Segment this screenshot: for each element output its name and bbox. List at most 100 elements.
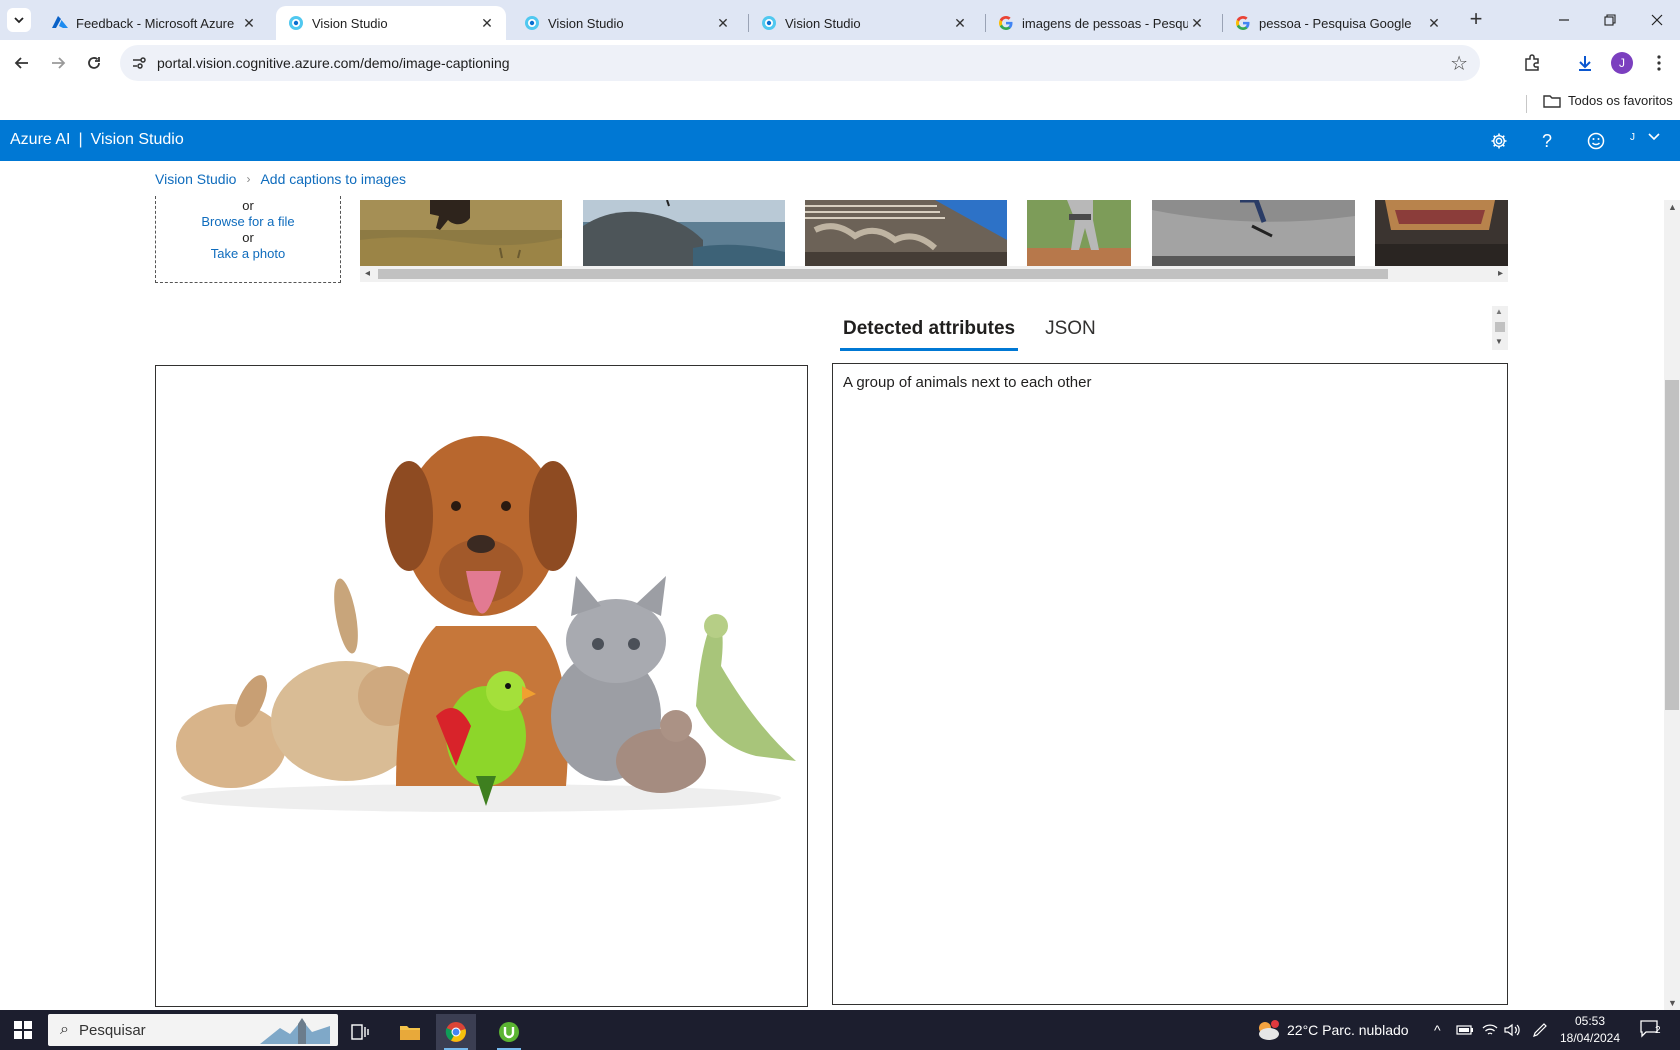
notification-center-icon[interactable]: 2 xyxy=(1640,1019,1662,1042)
forward-arrow-icon[interactable] xyxy=(45,50,71,76)
azure-logo-icon xyxy=(52,15,68,31)
browser-menu-icon[interactable] xyxy=(1646,50,1672,76)
scroll-up-arrow-icon[interactable]: ▲ xyxy=(1668,202,1677,212)
scrollbar-thumb[interactable] xyxy=(1665,380,1679,710)
scroll-down-arrow-icon[interactable]: ▼ xyxy=(1668,998,1677,1008)
product-name: Vision Studio xyxy=(90,131,184,148)
weather-widget[interactable]: 22°C Parc. nublado xyxy=(1255,1010,1409,1050)
take-photo-link[interactable]: Take a photo xyxy=(211,246,285,262)
scroll-down-arrow-icon[interactable]: ▼ xyxy=(1495,337,1503,346)
close-tab-icon[interactable]: ✕ xyxy=(714,14,732,32)
bookmarks-folder-label: Todos os favoritos xyxy=(1568,93,1673,108)
new-tab-plus-icon[interactable]: + xyxy=(1464,8,1488,32)
settings-gear-icon[interactable] xyxy=(1486,128,1512,154)
utorrent-icon[interactable] xyxy=(489,1014,529,1050)
sample-image-strip xyxy=(360,200,1508,266)
tab-title: Vision Studio xyxy=(312,15,388,31)
sample-image-coast[interactable] xyxy=(583,200,785,266)
scroll-right-arrow-icon[interactable]: ▸ xyxy=(1498,268,1503,279)
address-bar[interactable]: portal.vision.cognitive.azure.com/demo/i… xyxy=(120,45,1480,81)
tab-title: Vision Studio xyxy=(785,15,861,31)
azure-app-header: Azure AI | Vision Studio ? J xyxy=(0,120,1680,161)
taskbar-search-box[interactable]: ⌕ Pesquisar xyxy=(48,1014,338,1046)
sample-strip-scrollbar[interactable]: ◂ ▸ xyxy=(360,266,1508,282)
generated-caption: A group of animals next to each other xyxy=(843,374,1092,391)
taskbar-clock[interactable]: 05:53 18/04/2024 xyxy=(1555,1013,1625,1047)
sample-image-skateboarder[interactable] xyxy=(1152,200,1355,266)
sample-image-food[interactable] xyxy=(1375,200,1508,266)
task-view-icon[interactable] xyxy=(340,1014,380,1050)
breadcrumb-add-captions[interactable]: Add captions to images xyxy=(260,171,406,187)
download-icon[interactable] xyxy=(1572,50,1598,76)
folder-icon xyxy=(1543,94,1561,108)
show-hidden-icons-chevron-icon[interactable]: ^ xyxy=(1434,1010,1441,1050)
close-window-icon[interactable] xyxy=(1634,0,1680,40)
search-placeholder: Pesquisar xyxy=(78,1021,146,1039)
result-tabs: Detected attributes JSON xyxy=(840,312,1123,351)
wifi-icon[interactable] xyxy=(1482,1010,1498,1050)
breadcrumb-vision-studio[interactable]: Vision Studio xyxy=(155,171,236,187)
account-chevron-down-icon[interactable] xyxy=(1648,129,1660,145)
windows-start-icon[interactable] xyxy=(14,1021,32,1044)
upload-drop-zone[interactable]: or Browse for a file or Take a photo xyxy=(155,196,341,283)
browse-file-link[interactable]: Browse for a file xyxy=(201,214,294,230)
sample-image-building[interactable] xyxy=(805,200,1007,266)
tab-vision-studio[interactable]: Vision Studio ✕ xyxy=(749,6,979,40)
volume-icon[interactable] xyxy=(1504,1010,1520,1050)
sample-image-baseball[interactable] xyxy=(1027,200,1131,266)
bookmarks-bar: Todos os favoritos xyxy=(0,86,1680,120)
breadcrumb-chevron-icon: › xyxy=(246,172,251,186)
tab-feedback-azure[interactable]: Feedback - Microsoft Azure ✕ xyxy=(40,6,268,40)
brand-separator: | xyxy=(78,131,83,148)
all-bookmarks-folder[interactable]: Todos os favoritos xyxy=(1543,93,1673,108)
minimize-window-icon[interactable] xyxy=(1541,0,1587,40)
extensions-puzzle-icon[interactable] xyxy=(1519,50,1545,76)
tab-google-imagens[interactable]: imagens de pessoas - Pesquisa ✕ xyxy=(986,6,1216,40)
tab-search-chevron-icon[interactable] xyxy=(7,8,31,32)
chrome-taskbar-icon[interactable] xyxy=(436,1014,476,1050)
back-arrow-icon[interactable] xyxy=(9,50,35,76)
close-tab-icon[interactable]: ✕ xyxy=(1425,14,1443,32)
restore-window-icon[interactable] xyxy=(1587,0,1633,40)
feedback-smiley-icon[interactable] xyxy=(1583,128,1609,154)
profile-initial: J xyxy=(1611,52,1633,74)
tab-vision-studio[interactable]: Vision Studio ✕ xyxy=(512,6,742,40)
close-tab-icon[interactable]: ✕ xyxy=(951,14,969,32)
close-tab-icon[interactable]: ✕ xyxy=(478,14,496,32)
vision-studio-logo-icon xyxy=(761,15,777,31)
breadcrumb: Vision Studio › Add captions to images xyxy=(155,171,406,187)
tabs-mini-scrollbar[interactable]: ▲ ▼ xyxy=(1492,306,1508,350)
search-icon: ⌕ xyxy=(60,1021,69,1038)
pen-icon[interactable] xyxy=(1532,1010,1548,1050)
vision-studio-logo-icon xyxy=(524,15,540,31)
scroll-up-arrow-icon[interactable]: ▲ xyxy=(1495,307,1503,316)
tab-title: Vision Studio xyxy=(548,15,624,31)
browser-tab-strip: Feedback - Microsoft Azure ✕ Vision Stud… xyxy=(0,0,1680,40)
profile-avatar[interactable]: J xyxy=(1609,50,1635,76)
close-tab-icon[interactable]: ✕ xyxy=(240,14,258,32)
tab-json[interactable]: JSON xyxy=(1042,312,1099,351)
battery-icon[interactable] xyxy=(1456,1010,1474,1050)
tab-detected-attributes[interactable]: Detected attributes xyxy=(840,312,1019,351)
bookmarks-separator xyxy=(1526,95,1527,113)
app-brand[interactable]: Azure AI | Vision Studio xyxy=(10,131,184,149)
user-initial[interactable]: J xyxy=(1630,132,1635,143)
scrollbar-thumb[interactable] xyxy=(378,269,1388,279)
help-question-icon[interactable]: ? xyxy=(1534,128,1560,154)
or-text: or xyxy=(242,198,254,213)
tab-vision-studio-active[interactable]: Vision Studio ✕ xyxy=(276,6,506,40)
close-tab-icon[interactable]: ✕ xyxy=(1188,14,1206,32)
reload-icon[interactable] xyxy=(81,50,107,76)
file-explorer-icon[interactable] xyxy=(390,1014,430,1050)
clock-time: 05:53 xyxy=(1574,1014,1606,1028)
sample-image-cows[interactable] xyxy=(360,200,562,266)
bookmark-star-icon[interactable]: ☆ xyxy=(1450,51,1468,76)
or-text: or xyxy=(242,230,254,245)
notification-count: 2 xyxy=(1655,1025,1661,1036)
scroll-left-arrow-icon[interactable]: ◂ xyxy=(365,268,370,279)
page-vertical-scrollbar[interactable]: ▲ ▼ xyxy=(1664,200,1680,1010)
site-settings-icon[interactable] xyxy=(130,54,148,72)
windows-taskbar: ⌕ Pesquisar 22°C Parc. nublado ^ 05:53 1… xyxy=(0,1010,1680,1050)
tab-google-pessoa[interactable]: pessoa - Pesquisa Google ✕ xyxy=(1223,6,1453,40)
scrollbar-thumb[interactable] xyxy=(1495,322,1505,332)
